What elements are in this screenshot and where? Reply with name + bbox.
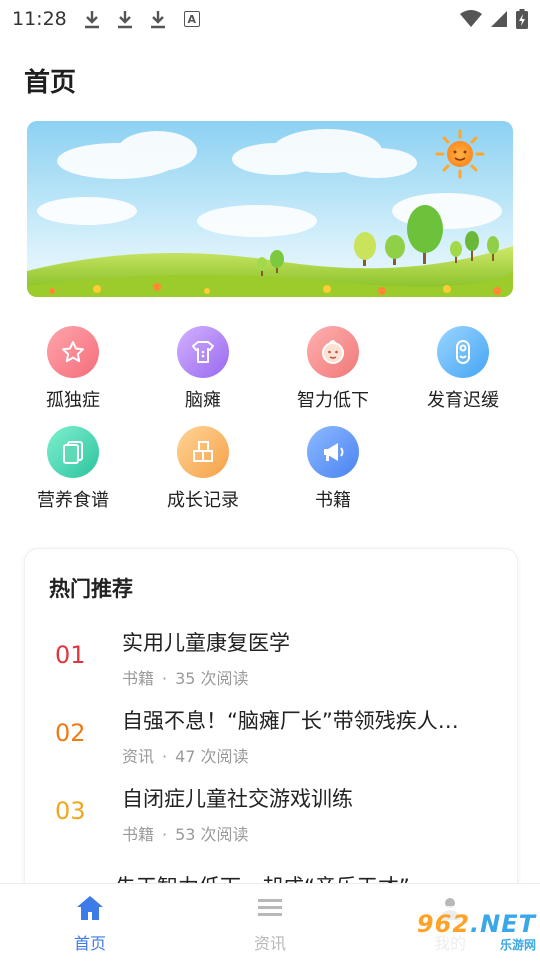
tab-label: 首页 — [73, 934, 106, 953]
item-reads: 53 次阅读 — [175, 825, 249, 844]
item-category: 书籍 — [122, 825, 155, 844]
list-item[interactable]: 02 自强不息！“脑瘫厂长”带领残疾人… 资讯 · 47 次阅读 — [25, 705, 517, 775]
item-meta: 资讯 · 47 次阅读 — [122, 747, 249, 766]
category-circle — [307, 326, 359, 378]
category-label: 营养食谱 — [37, 490, 109, 511]
status-time: 11:28 — [12, 8, 67, 30]
baby-face-icon — [322, 340, 344, 364]
category-developmental-delay[interactable]: 发育迟缓 — [403, 326, 523, 412]
item-category: 资讯 — [122, 747, 155, 766]
item-reads: 35 次阅读 — [175, 669, 249, 688]
download-icon — [84, 11, 99, 29]
category-label: 成长记录 — [167, 490, 239, 511]
item-category: 书籍 — [122, 669, 155, 688]
sun-icon — [435, 129, 485, 179]
banner-image[interactable] — [27, 121, 513, 297]
pacifier-icon — [456, 340, 470, 364]
watermark-suffix: .NET — [470, 909, 536, 938]
home-page: 首页 孤独症 脑瘫 智力低下 发育迟缓 营养食谱 成长记录 书籍 热门推荐 01… — [0, 38, 540, 913]
watermark-sub: 乐游网 — [499, 937, 536, 952]
onesie-icon — [192, 341, 214, 363]
item-meta: 书籍 · 35 次阅读 — [122, 669, 249, 688]
site-watermark: 962.NET 乐游网 — [400, 906, 536, 956]
category-label: 脑瘫 — [185, 390, 221, 411]
list-item[interactable]: 01 实用儿童康复医学 书籍 · 35 次阅读 — [25, 627, 517, 697]
star-icon — [62, 341, 84, 363]
megaphone-icon — [324, 443, 344, 461]
tab-label: 资讯 — [253, 934, 286, 953]
rank-number: 03 — [55, 797, 86, 825]
rank-number: 01 — [55, 641, 86, 669]
blocks-icon — [193, 441, 213, 462]
category-label: 孤独症 — [46, 390, 100, 411]
category-label: 书籍 — [315, 490, 351, 511]
item-meta: 书籍 · 53 次阅读 — [122, 825, 249, 844]
wifi-icon — [460, 10, 482, 27]
watermark-main: 962 — [416, 909, 471, 938]
category-label: 智力低下 — [297, 390, 369, 411]
category-circle — [177, 426, 229, 478]
category-circle — [437, 326, 489, 378]
tab-news[interactable]: 资讯 — [210, 894, 330, 954]
section-title: 热门推荐 — [49, 577, 133, 601]
page-title: 首页 — [24, 68, 77, 98]
home-icon — [77, 896, 103, 920]
category-circle — [307, 426, 359, 478]
category-growth-record[interactable]: 成长记录 — [143, 426, 263, 512]
download-icon — [117, 11, 132, 29]
category-circle — [47, 326, 99, 378]
a-badge-icon: A — [183, 11, 200, 27]
status-bar: 11:28 A — [0, 0, 540, 38]
category-autism[interactable]: 孤独症 — [13, 326, 133, 412]
category-cerebral-palsy[interactable]: 脑瘫 — [143, 326, 263, 412]
category-nutrition[interactable]: 营养食谱 — [13, 426, 133, 512]
category-circle — [177, 326, 229, 378]
list-item[interactable]: 03 自闭症儿童社交游戏训练 书籍 · 53 次阅读 — [25, 783, 517, 853]
item-title: 自强不息！“脑瘫厂长”带领残疾人… — [122, 709, 459, 733]
rank-number: 02 — [55, 719, 86, 747]
item-title: 自闭症儿童社交游戏训练 — [122, 787, 353, 811]
category-circle — [47, 426, 99, 478]
hot-recommendations-card: 热门推荐 01 实用儿童康复医学 书籍 · 35 次阅读 02 自强不息！“脑瘫厂长… — [24, 548, 518, 913]
cell-signal-icon — [491, 11, 507, 27]
download-icon — [150, 11, 165, 29]
category-books[interactable]: 书籍 — [273, 426, 393, 512]
category-label: 发育迟缓 — [427, 390, 499, 411]
cards-icon — [63, 441, 83, 464]
tab-home[interactable]: 首页 — [30, 894, 150, 954]
list-icon — [258, 899, 282, 916]
item-title: 实用儿童康复医学 — [122, 631, 290, 655]
category-intellectual-disability[interactable]: 智力低下 — [273, 326, 393, 412]
item-reads: 47 次阅读 — [175, 747, 249, 766]
battery-icon — [516, 9, 528, 29]
